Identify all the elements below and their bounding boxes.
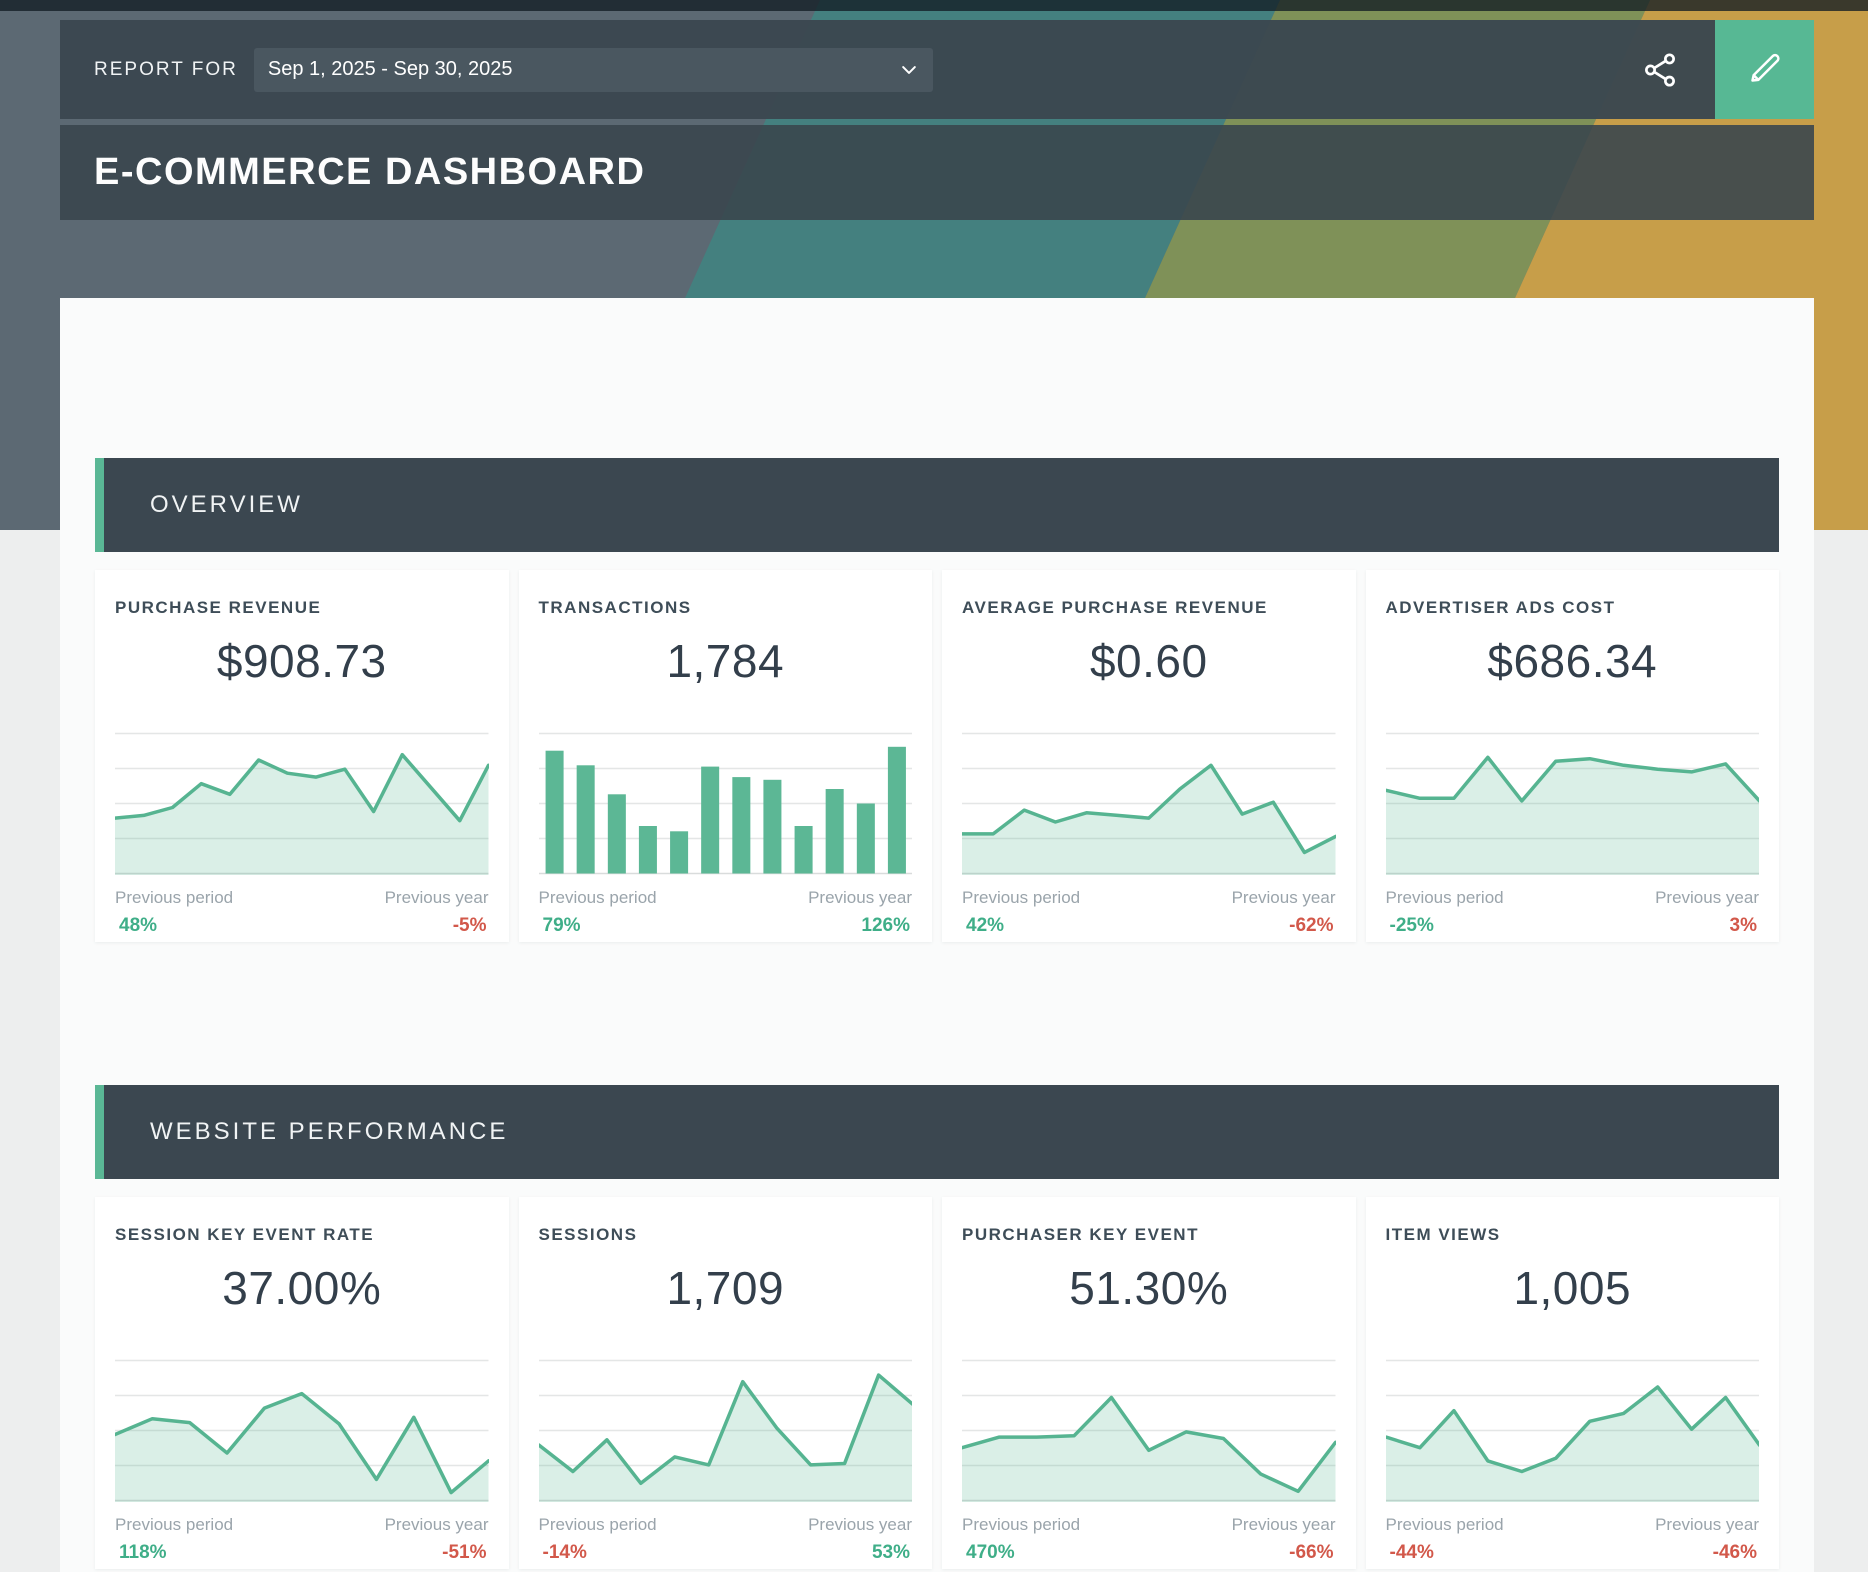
metric-card-item-views: ITEM VIEWS 1,005 Previous period -44% Pr… [1366, 1197, 1780, 1569]
metric-title: SESSION KEY EVENT RATE [115, 1225, 489, 1245]
prev-period-label: Previous period [1386, 1515, 1504, 1535]
sparkline-area-chart [962, 1359, 1336, 1502]
comparison-row: Previous period 42% Previous year -62% [962, 888, 1336, 937]
metric-title: SESSIONS [539, 1225, 913, 1245]
prev-period-label: Previous period [962, 888, 1080, 908]
comparison-row: Previous period -44% Previous year -46% [1386, 1515, 1760, 1564]
prev-year-label: Previous year [808, 1515, 912, 1535]
metric-value: 37.00% [115, 1261, 489, 1315]
prev-year-value: 3% [1730, 915, 1757, 937]
metric-title: PURCHASE REVENUE [115, 598, 489, 618]
metric-card-purchase-revenue: PURCHASE REVENUE $908.73 Previous period… [95, 570, 509, 942]
prev-year-label: Previous year [385, 1515, 489, 1535]
comparison-row: Previous period -25% Previous year 3% [1386, 888, 1760, 937]
sparkline-area-chart [1386, 732, 1760, 875]
sparkline-area-chart [1386, 1359, 1760, 1502]
prev-year-label: Previous year [1655, 1515, 1759, 1535]
metric-title: PURCHASER KEY EVENT [962, 1225, 1336, 1245]
comparison-row: Previous period 470% Previous year -66% [962, 1515, 1336, 1564]
top-dark-strip [0, 0, 1868, 11]
prev-period-value: 470% [966, 1542, 1080, 1564]
comparison-row: Previous period 48% Previous year -5% [115, 888, 489, 937]
prev-period-value: -44% [1390, 1542, 1504, 1564]
metric-card-average-purchase-revenue: AVERAGE PURCHASE REVENUE $0.60 Previous … [942, 570, 1356, 942]
title-band: E-COMMERCE DASHBOARD [60, 125, 1814, 220]
metric-card-advertiser-ads-cost: ADVERTISER ADS COST $686.34 Previous per… [1366, 570, 1780, 942]
metric-title: TRANSACTIONS [539, 598, 913, 618]
prev-year-value: 126% [861, 915, 910, 937]
prev-period-value: 42% [966, 915, 1080, 937]
prev-year-value: -5% [453, 915, 487, 937]
prev-year-value: -62% [1289, 915, 1333, 937]
metric-value: $0.60 [962, 634, 1336, 688]
prev-year-value: -46% [1713, 1542, 1757, 1564]
website-performance-cards: SESSION KEY EVENT RATE 37.00% Previous p… [95, 1197, 1779, 1569]
prev-period-label: Previous period [539, 888, 657, 908]
prev-year-value: -51% [442, 1542, 486, 1564]
share-icon [1641, 51, 1681, 89]
metric-title: AVERAGE PURCHASE REVENUE [962, 598, 1336, 618]
prev-period-label: Previous period [115, 888, 233, 908]
prev-year-label: Previous year [1232, 888, 1336, 908]
metric-value: 1,709 [539, 1261, 913, 1315]
section-header-website-performance: WEBSITE PERFORMANCE [95, 1085, 1779, 1179]
comparison-row: Previous period 118% Previous year -51% [115, 1515, 489, 1564]
metric-card-transactions: TRANSACTIONS 1,784 Previous period 79% P… [519, 570, 933, 942]
section-title: OVERVIEW [150, 491, 303, 519]
metric-card-session-key-event-rate: SESSION KEY EVENT RATE 37.00% Previous p… [95, 1197, 509, 1569]
prev-period-value: 79% [543, 915, 657, 937]
prev-year-label: Previous year [1232, 1515, 1336, 1535]
metric-value: $686.34 [1386, 634, 1760, 688]
prev-period-value: -25% [1390, 915, 1504, 937]
section-title: WEBSITE PERFORMANCE [150, 1118, 508, 1146]
metric-value: 1,005 [1386, 1261, 1760, 1315]
content-panel: OVERVIEW PURCHASE REVENUE $908.73 Previo… [60, 298, 1814, 1572]
sparkline-area-chart [539, 1359, 913, 1502]
prev-period-label: Previous period [539, 1515, 657, 1535]
prev-period-value: 118% [119, 1542, 233, 1564]
edit-button[interactable] [1715, 20, 1814, 119]
metric-title: ADVERTISER ADS COST [1386, 598, 1760, 618]
dashboard-page: REPORT FOR Sep 1, 2025 - Sep 30, 2025 [0, 0, 1868, 1572]
chevron-down-icon [899, 60, 919, 80]
comparison-row: Previous period 79% Previous year 126% [539, 888, 913, 937]
prev-year-value: 53% [872, 1542, 910, 1564]
share-button[interactable] [1641, 50, 1681, 90]
prev-period-value: -14% [543, 1542, 657, 1564]
sparkline-area-chart [115, 1359, 489, 1502]
overview-cards: PURCHASE REVENUE $908.73 Previous period… [95, 570, 1779, 942]
prev-year-label: Previous year [385, 888, 489, 908]
sparkline-bar-chart [539, 732, 913, 875]
date-range-dropdown[interactable]: Sep 1, 2025 - Sep 30, 2025 [254, 48, 933, 92]
sparkline-area-chart [115, 732, 489, 875]
metric-value: $908.73 [115, 634, 489, 688]
date-range-value: Sep 1, 2025 - Sep 30, 2025 [268, 58, 513, 81]
sparkline-area-chart [962, 732, 1336, 875]
prev-year-label: Previous year [808, 888, 912, 908]
prev-period-label: Previous period [962, 1515, 1080, 1535]
prev-period-value: 48% [119, 915, 233, 937]
prev-year-value: -66% [1289, 1542, 1333, 1564]
metric-value: 51.30% [962, 1261, 1336, 1315]
pencil-icon [1745, 48, 1785, 91]
report-header-bar: REPORT FOR Sep 1, 2025 - Sep 30, 2025 [60, 20, 1814, 119]
report-for-label: REPORT FOR [94, 59, 238, 81]
prev-period-label: Previous period [1386, 888, 1504, 908]
metric-card-purchaser-key-event: PURCHASER KEY EVENT 51.30% Previous peri… [942, 1197, 1356, 1569]
prev-year-label: Previous year [1655, 888, 1759, 908]
page-title: E-COMMERCE DASHBOARD [94, 151, 645, 194]
metric-value: 1,784 [539, 634, 913, 688]
metric-title: ITEM VIEWS [1386, 1225, 1760, 1245]
comparison-row: Previous period -14% Previous year 53% [539, 1515, 913, 1564]
prev-period-label: Previous period [115, 1515, 233, 1535]
metric-card-sessions: SESSIONS 1,709 Previous period -14% Prev… [519, 1197, 933, 1569]
section-header-overview: OVERVIEW [95, 458, 1779, 552]
